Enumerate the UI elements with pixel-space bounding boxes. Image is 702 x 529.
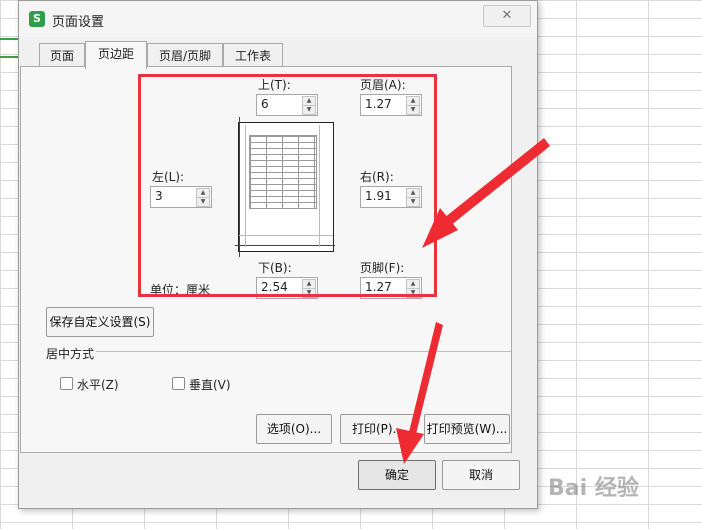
watermark: Bai 经验: [548, 476, 639, 501]
arrow-to-ok: [396, 322, 443, 464]
tab-margins[interactable]: 页边距: [85, 41, 147, 69]
annotation-arrows: [396, 138, 550, 464]
tab-label: 页边距: [97, 47, 134, 61]
arrow-to-margins: [422, 138, 550, 248]
